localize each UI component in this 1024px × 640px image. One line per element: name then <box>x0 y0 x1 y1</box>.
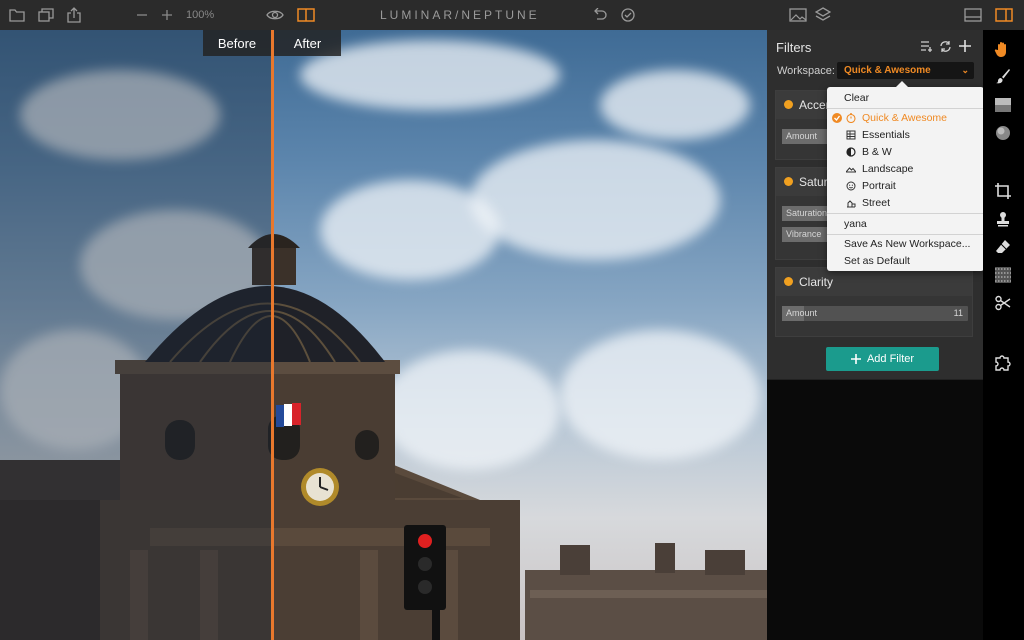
workspace-option-bw[interactable]: B & W <box>827 144 984 160</box>
workspace-option-street[interactable]: Street <box>827 195 984 211</box>
eye-icon[interactable] <box>266 7 284 23</box>
filter-list-icon[interactable] <box>919 39 933 53</box>
eraser-icon[interactable] <box>994 238 1012 256</box>
slider-label: Saturation <box>786 208 828 218</box>
check-icon <box>832 113 842 123</box>
contrast-icon <box>846 147 856 157</box>
history-icon[interactable] <box>620 7 636 23</box>
filter-toggle-dot[interactable] <box>784 277 793 286</box>
photo-canvas[interactable]: Before After <box>0 30 767 640</box>
workspace-option-portrait[interactable]: Portrait <box>827 178 984 194</box>
sidebar-icon[interactable] <box>995 7 1013 23</box>
set-as-default[interactable]: Set as Default <box>827 253 984 269</box>
tools-sidebar <box>983 30 1024 640</box>
noise-icon[interactable] <box>994 266 1012 284</box>
zoom-out-icon[interactable] <box>134 7 150 23</box>
stopwatch-icon <box>846 113 856 123</box>
clarity-amount-slider[interactable]: Amount 11 <box>782 306 968 321</box>
panel-title: Filters <box>776 40 812 55</box>
gradient-mask-icon[interactable] <box>994 96 1012 114</box>
add-filter-label: Add Filter <box>866 353 915 365</box>
workspace-dropdown: Clear Quick & Awesome Essentials B & W L… <box>827 81 984 271</box>
workspace-select[interactable]: Quick & Awesome ⌄ <box>837 62 974 79</box>
compare-split-handle[interactable] <box>271 30 274 640</box>
filter-toggle-dot[interactable] <box>784 177 793 186</box>
stamp-icon[interactable] <box>994 210 1012 228</box>
image-icon[interactable] <box>789 7 807 23</box>
batch-icon[interactable] <box>38 7 54 23</box>
hand-icon[interactable] <box>994 40 1012 58</box>
workspace-option-landscape[interactable]: Landscape <box>827 161 984 177</box>
plus-icon <box>850 354 861 364</box>
mountain-icon <box>846 164 856 174</box>
workspace-label: Workspace: <box>777 65 835 77</box>
filter-card-clarity: Clarity Amount 11 <box>775 267 973 337</box>
card-title: Clarity <box>799 275 834 289</box>
dropdown-clear[interactable]: Clear <box>827 90 984 106</box>
puzzle-icon[interactable] <box>994 353 1012 371</box>
before-label[interactable]: Before <box>203 30 271 56</box>
filmstrip-icon[interactable] <box>964 7 982 23</box>
workspace-option-essentials[interactable]: Essentials <box>827 127 984 143</box>
add-icon[interactable] <box>958 39 972 53</box>
street-icon <box>846 198 856 208</box>
layers-icon[interactable] <box>814 7 832 23</box>
filter-toggle-dot[interactable] <box>784 100 793 109</box>
scissors-icon[interactable] <box>994 294 1012 312</box>
refresh-icon[interactable] <box>938 39 952 53</box>
compare-icon[interactable] <box>297 7 315 23</box>
workspace-option-user[interactable]: yana <box>827 216 984 232</box>
face-icon <box>846 181 856 191</box>
folder-icon[interactable] <box>9 7 25 23</box>
grid-icon <box>846 130 856 140</box>
card-header[interactable]: Clarity <box>776 268 972 296</box>
crop-icon[interactable] <box>994 182 1012 200</box>
before-overlay <box>0 30 273 640</box>
after-label[interactable]: After <box>274 30 341 56</box>
zoom-level[interactable]: 100% <box>186 9 214 21</box>
share-icon[interactable] <box>66 7 82 23</box>
chevron-down-icon: ⌄ <box>961 65 969 75</box>
workspace-option-quick[interactable]: Quick & Awesome <box>827 110 984 126</box>
save-as-workspace[interactable]: Save As New Workspace... <box>827 236 984 252</box>
slider-label: Vibrance <box>786 229 822 239</box>
undo-icon[interactable] <box>592 7 608 23</box>
app-title: LUMINAR/NEPTUNE <box>380 8 540 22</box>
radial-mask-icon[interactable] <box>994 124 1012 142</box>
zoom-in-icon[interactable] <box>159 7 175 23</box>
workspace-value: Quick & Awesome <box>844 65 931 76</box>
brush-icon[interactable] <box>994 67 1012 85</box>
slider-label: Amount <box>786 308 818 318</box>
add-filter-button[interactable]: Add Filter <box>826 347 939 371</box>
slider-value: 11 <box>953 308 963 318</box>
slider-label: Amount <box>786 131 818 141</box>
top-toolbar: 100% LUMINAR/NEPTUNE <box>0 0 1024 31</box>
